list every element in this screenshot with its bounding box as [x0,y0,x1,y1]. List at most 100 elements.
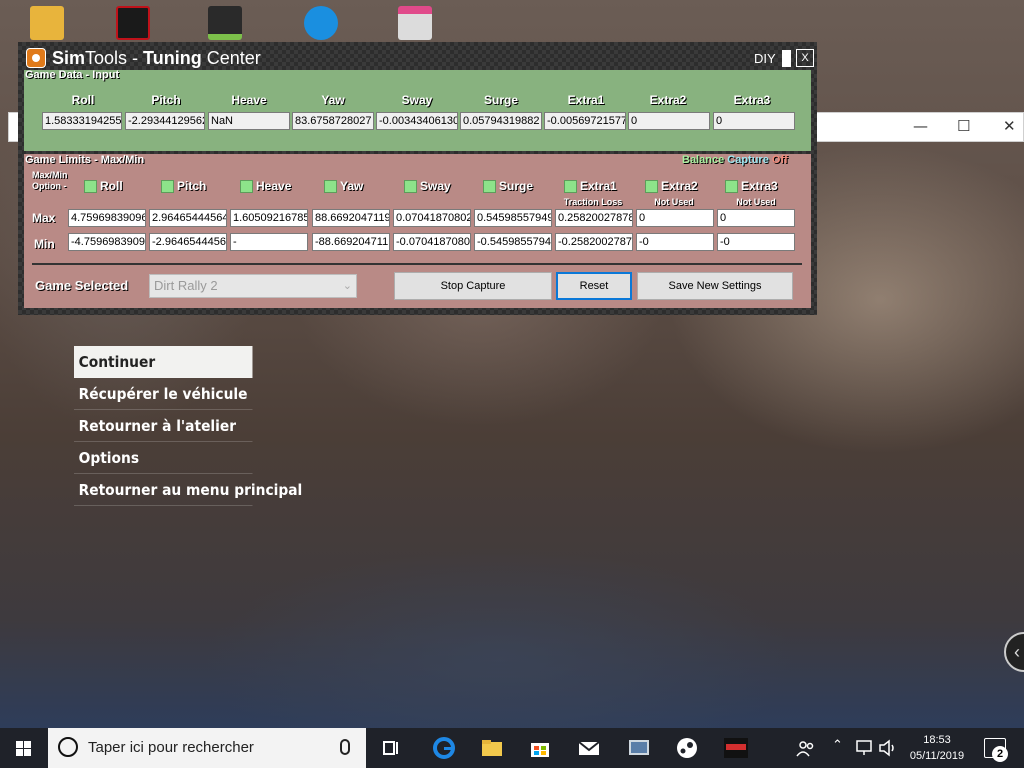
game-data-panel [24,70,811,151]
menu-item-continue[interactable]: Continuer [74,346,253,378]
option-label-roll: Roll [100,179,123,193]
min-extra3-input[interactable]: -0 [717,233,795,251]
min-extra1-input[interactable]: -0.2582002787 [555,233,633,251]
option-checkbox-roll[interactable] [84,180,97,193]
simtools-window: SimTools - Tuning Center DIY X Game Data… [18,42,817,315]
col-header-extra1: Extra1 [567,93,605,107]
extra1-sublabel: Traction Loss [563,197,623,207]
taskbar: Taper ici pour rechercher ⌃ 18:53 05/11/… [0,728,1024,768]
taskbar-clock[interactable]: 18:53 05/11/2019 [906,732,968,764]
extra3-sublabel: Not Used [736,197,776,207]
col-header-extra3: Extra3 [733,93,771,107]
simtools-titlebar: SimTools - Tuning Center DIY X [24,46,814,70]
max-extra2-input[interactable]: 0 [636,209,714,227]
col-header-surge: Surge [483,93,518,107]
mail-icon[interactable] [577,736,601,760]
max-surge-input[interactable]: 0.54598557949 [474,209,552,227]
min-surge-input[interactable]: -0.5459855794 [474,233,552,251]
min-sway-input[interactable]: -0.0704187080 [393,233,471,251]
taskbar-search-box[interactable]: Taper ici pour rechercher [48,728,366,768]
menu-item-main-menu[interactable]: Retourner au menu principal [74,474,302,506]
menu-item-return-workshop[interactable]: Retourner à l'atelier [74,410,253,442]
game-selected-label: Game Selected [35,278,129,293]
close-button[interactable]: X [796,49,814,67]
option-checkbox-extra3[interactable] [725,180,738,193]
windows-icon [16,741,31,756]
input-extra1-value: -0.00569721577 [544,112,626,130]
input-surge-value: 0.05794319882 [460,112,542,130]
min-heave-input[interactable]: - [230,233,308,251]
option-label-sway: Sway [420,179,451,193]
max-extra3-input[interactable]: 0 [717,209,795,227]
col-header-pitch: Pitch [151,93,181,107]
max-heave-input[interactable]: 1.60509216785 [230,209,308,227]
stop-capture-button[interactable]: Stop Capture [394,272,552,300]
assetto-corsa-icon[interactable] [116,6,150,40]
col-header-heave: Heave [231,93,267,107]
notification-badge: 2 [992,746,1008,762]
save-settings-button[interactable]: Save New Settings [637,272,793,300]
option-checkbox-extra2[interactable] [645,180,658,193]
close-button[interactable]: ✕ [1003,117,1016,135]
file-explorer-icon[interactable] [480,736,504,760]
min-roll-input[interactable]: -4.7596983909 [68,233,146,251]
search-placeholder: Taper ici pour rechercher [88,739,254,756]
app-stripes-icon[interactable] [208,6,242,40]
col-header-yaw: Yaw [321,93,345,107]
microphone-icon[interactable] [340,739,350,755]
option-label-extra1: Extra1 [580,179,617,193]
steam-icon[interactable] [675,736,699,760]
menu-item-recover-vehicle[interactable]: Récupérer le véhicule [74,378,253,410]
cortana-icon [58,737,78,757]
balance-capture-status[interactable]: Balance Capture Off [682,154,788,166]
reset-button[interactable]: Reset [556,272,632,300]
simtools-taskbar-icon[interactable] [627,736,651,760]
printer-icon[interactable] [398,6,432,40]
option-checkbox-heave[interactable] [240,180,253,193]
option-label-extra2: Extra2 [661,179,698,193]
minimize-button[interactable]: — [913,117,928,135]
game-data-title: Game Data - Input [25,69,120,81]
option-label-yaw: Yaw [340,179,364,193]
game-pause-menu: Continuer Récupérer le véhicule Retourne… [74,346,302,506]
diy-indicator[interactable] [782,50,791,67]
option-checkbox-yaw[interactable] [324,180,337,193]
min-row-label: Min [34,237,55,251]
min-pitch-input[interactable]: -2.9646544456 [149,233,227,251]
dirt-rally-icon[interactable] [724,736,748,760]
clock-date: 05/11/2019 [909,750,965,762]
start-button[interactable] [0,728,48,768]
maximize-button[interactable]: ☐ [957,117,970,135]
task-view-icon[interactable] [380,736,404,760]
edge-icon[interactable] [432,736,456,760]
store-icon[interactable] [528,736,552,760]
input-yaw-value: 83.6758728027 [292,112,374,130]
max-extra1-input[interactable]: 0.25820027878 [555,209,633,227]
max-sway-input[interactable]: 0.07041870802 [393,209,471,227]
people-icon[interactable] [794,736,818,760]
input-extra2-value: 0 [628,112,710,130]
max-yaw-input[interactable]: 88.6692047119 [312,209,390,227]
option-checkbox-extra1[interactable] [564,180,577,193]
user-folder-icon[interactable] [30,6,64,40]
max-roll-input[interactable]: 4.75969839096 [68,209,146,227]
min-yaw-input[interactable]: -88.669204711 [312,233,390,251]
game-limits-title: Game Limits - Max/Min [25,154,145,166]
game-select-dropdown[interactable]: Dirt Rally 2 ⌄ [149,274,357,298]
min-extra2-input[interactable]: -0 [636,233,714,251]
option-checkbox-sway[interactable] [404,180,417,193]
chevron-up-icon[interactable]: ⌃ [832,738,843,753]
max-min-option-label: Max/Min Option - [32,170,68,191]
volume-icon[interactable] [876,736,900,760]
col-header-extra2: Extra2 [649,93,687,107]
max-pitch-input[interactable]: 2.96465444564 [149,209,227,227]
option-label-pitch: Pitch [177,179,207,193]
option-checkbox-pitch[interactable] [161,180,174,193]
input-extra3-value: 0 [713,112,795,130]
input-sway-value: -0.00343406130 [376,112,458,130]
option-checkbox-surge[interactable] [483,180,496,193]
uplay-icon[interactable] [304,6,338,40]
col-header-sway: Sway [401,93,433,107]
network-icon[interactable] [852,736,876,760]
menu-item-options[interactable]: Options [74,442,253,474]
